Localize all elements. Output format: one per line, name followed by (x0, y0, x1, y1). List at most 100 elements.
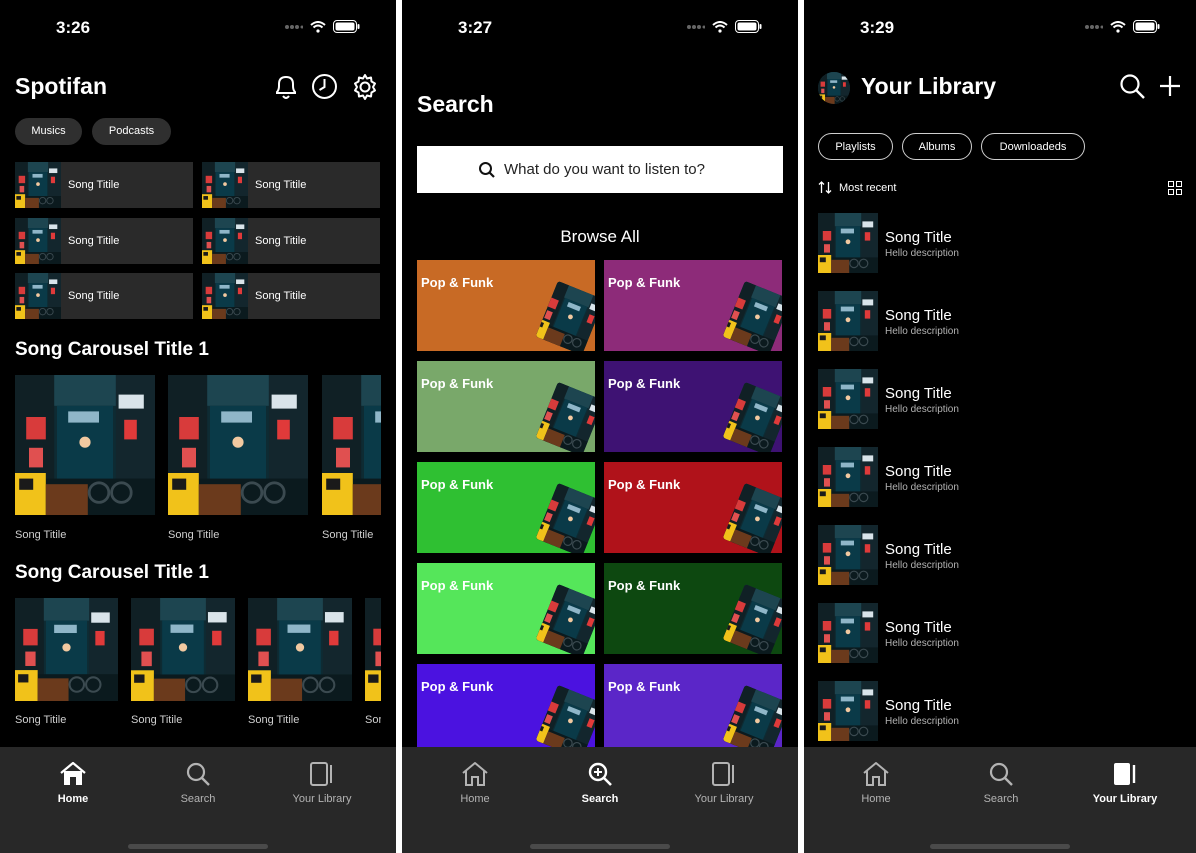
carousel-art[interactable] (322, 375, 381, 515)
tab-search[interactable]: Search (136, 761, 260, 805)
list-item[interactable]: Song Title Hello description (818, 603, 1188, 663)
list-item-desc: Hello description (885, 248, 959, 259)
carousel-art[interactable] (365, 598, 381, 701)
album-art (202, 162, 248, 208)
avatar[interactable] (818, 72, 850, 104)
carousel-1[interactable]: Song Titile Song Titile Song Titile (15, 375, 381, 545)
list-item-title: Song Title (885, 385, 952, 402)
category-card[interactable]: Pop & Funk (604, 664, 782, 755)
list-item-desc: Hello description (885, 404, 959, 415)
category-label: Pop & Funk (608, 275, 681, 290)
carousel-title: Song Carousel Title 1 (15, 339, 209, 360)
carousel-art[interactable] (248, 598, 352, 701)
tab-library[interactable]: Your Library (260, 761, 384, 805)
carousel-art[interactable] (131, 598, 235, 701)
category-art (535, 280, 595, 351)
page-title: Search (417, 91, 494, 117)
grid-view-icon[interactable] (1168, 181, 1182, 195)
tab-search[interactable]: Search (538, 761, 662, 805)
grid-item[interactable]: Song Titile (202, 162, 380, 208)
history-icon[interactable] (311, 73, 338, 100)
add-icon[interactable] (1159, 75, 1181, 97)
tab-library-label: Your Library (694, 793, 754, 805)
grid-item[interactable]: Song Titile (15, 162, 193, 208)
list-item[interactable]: Song Title Hello description (818, 681, 1188, 741)
category-card[interactable]: Pop & Funk (604, 361, 782, 452)
status-icons (285, 20, 360, 33)
category-art (722, 583, 782, 654)
carousel-art[interactable] (168, 375, 308, 515)
tab-home[interactable]: Home (814, 761, 938, 805)
album-art (15, 218, 61, 264)
category-label: Pop & Funk (421, 376, 494, 391)
carousel-art[interactable] (15, 375, 155, 515)
sort-icon[interactable] (818, 181, 832, 194)
bell-icon[interactable] (273, 73, 299, 101)
tab-search[interactable]: Search (939, 761, 1063, 805)
search-icon (186, 762, 210, 786)
tab-home[interactable]: Home (11, 761, 135, 805)
list-item-desc: Hello description (885, 482, 959, 493)
filter-albums[interactable]: Albums (902, 133, 972, 160)
library-icon (310, 762, 332, 786)
filter-downloadeds[interactable]: Downloadeds (981, 133, 1085, 160)
list-item[interactable]: Song Title Hello description (818, 525, 1188, 585)
list-item-title: Song Title (885, 307, 952, 324)
list-item-art (818, 681, 878, 741)
search-input[interactable]: What do you want to listen to? (417, 146, 783, 193)
list-item[interactable]: Song Title Hello description (818, 369, 1188, 429)
search-screen: 3:27 Search What do you want to listen t… (402, 0, 798, 853)
search-icon[interactable] (1119, 73, 1146, 100)
grid-item[interactable]: Song Titile (15, 218, 193, 264)
home-icon (462, 762, 488, 786)
wifi-icon (1110, 20, 1126, 33)
signal-icon (687, 24, 705, 29)
tab-library[interactable]: Your Library (1063, 761, 1187, 805)
carousel-art[interactable] (15, 598, 118, 701)
chip-musics[interactable]: Musics (15, 118, 82, 145)
category-card[interactable]: Pop & Funk (417, 361, 595, 452)
list-item-desc: Hello description (885, 716, 959, 727)
category-art (535, 381, 595, 452)
category-card[interactable]: Pop & Funk (604, 462, 782, 553)
tab-search-label: Search (581, 793, 619, 805)
search-icon (479, 162, 495, 178)
category-card[interactable]: Pop & Funk (417, 260, 595, 351)
tab-library[interactable]: Your Library (662, 761, 786, 805)
tab-home[interactable]: Home (413, 761, 537, 805)
signal-icon (1085, 24, 1103, 29)
list-item-desc: Hello description (885, 638, 959, 649)
list-item[interactable]: Song Title Hello description (818, 447, 1188, 507)
status-time: 3:27 (458, 18, 493, 37)
tab-bar: Home Search Your Library (0, 747, 396, 853)
home-indicator (930, 844, 1070, 849)
settings-gear-icon[interactable] (351, 73, 379, 101)
category-card[interactable]: Pop & Funk (417, 462, 595, 553)
list-item-title: Song Title (885, 541, 952, 558)
category-label: Pop & Funk (608, 679, 681, 694)
tab-library-label: Your Library (292, 793, 352, 805)
home-indicator (530, 844, 670, 849)
category-card[interactable]: Pop & Funk (417, 664, 595, 755)
category-art (722, 280, 782, 351)
carousel-title: Song Carousel Title 1 (15, 562, 209, 583)
list-item-desc: Hello description (885, 560, 959, 571)
category-card[interactable]: Pop & Funk (604, 563, 782, 654)
list-item-title: Song Title (885, 463, 952, 480)
grid-item[interactable]: Song Titile (202, 273, 380, 319)
list-item-art (818, 525, 878, 585)
filter-playlists[interactable]: Playlists (818, 133, 893, 160)
grid-item[interactable]: Song Titile (202, 218, 380, 264)
album-art (202, 273, 248, 319)
grid-item[interactable]: Song Titile (15, 273, 193, 319)
list-item-art (818, 213, 878, 273)
status-bar: 3:26 (0, 0, 396, 50)
album-art (15, 162, 61, 208)
category-card[interactable]: Pop & Funk (417, 563, 595, 654)
chip-podcasts[interactable]: Podcasts (92, 118, 171, 145)
list-item[interactable]: Song Title Hello description (818, 213, 1188, 273)
list-item[interactable]: Song Title Hello description (818, 291, 1188, 351)
sort-label[interactable]: Most recent (839, 182, 896, 194)
carousel-2[interactable]: Song Titile Song Titile Song Titile Song… (15, 598, 381, 738)
category-card[interactable]: Pop & Funk (604, 260, 782, 351)
